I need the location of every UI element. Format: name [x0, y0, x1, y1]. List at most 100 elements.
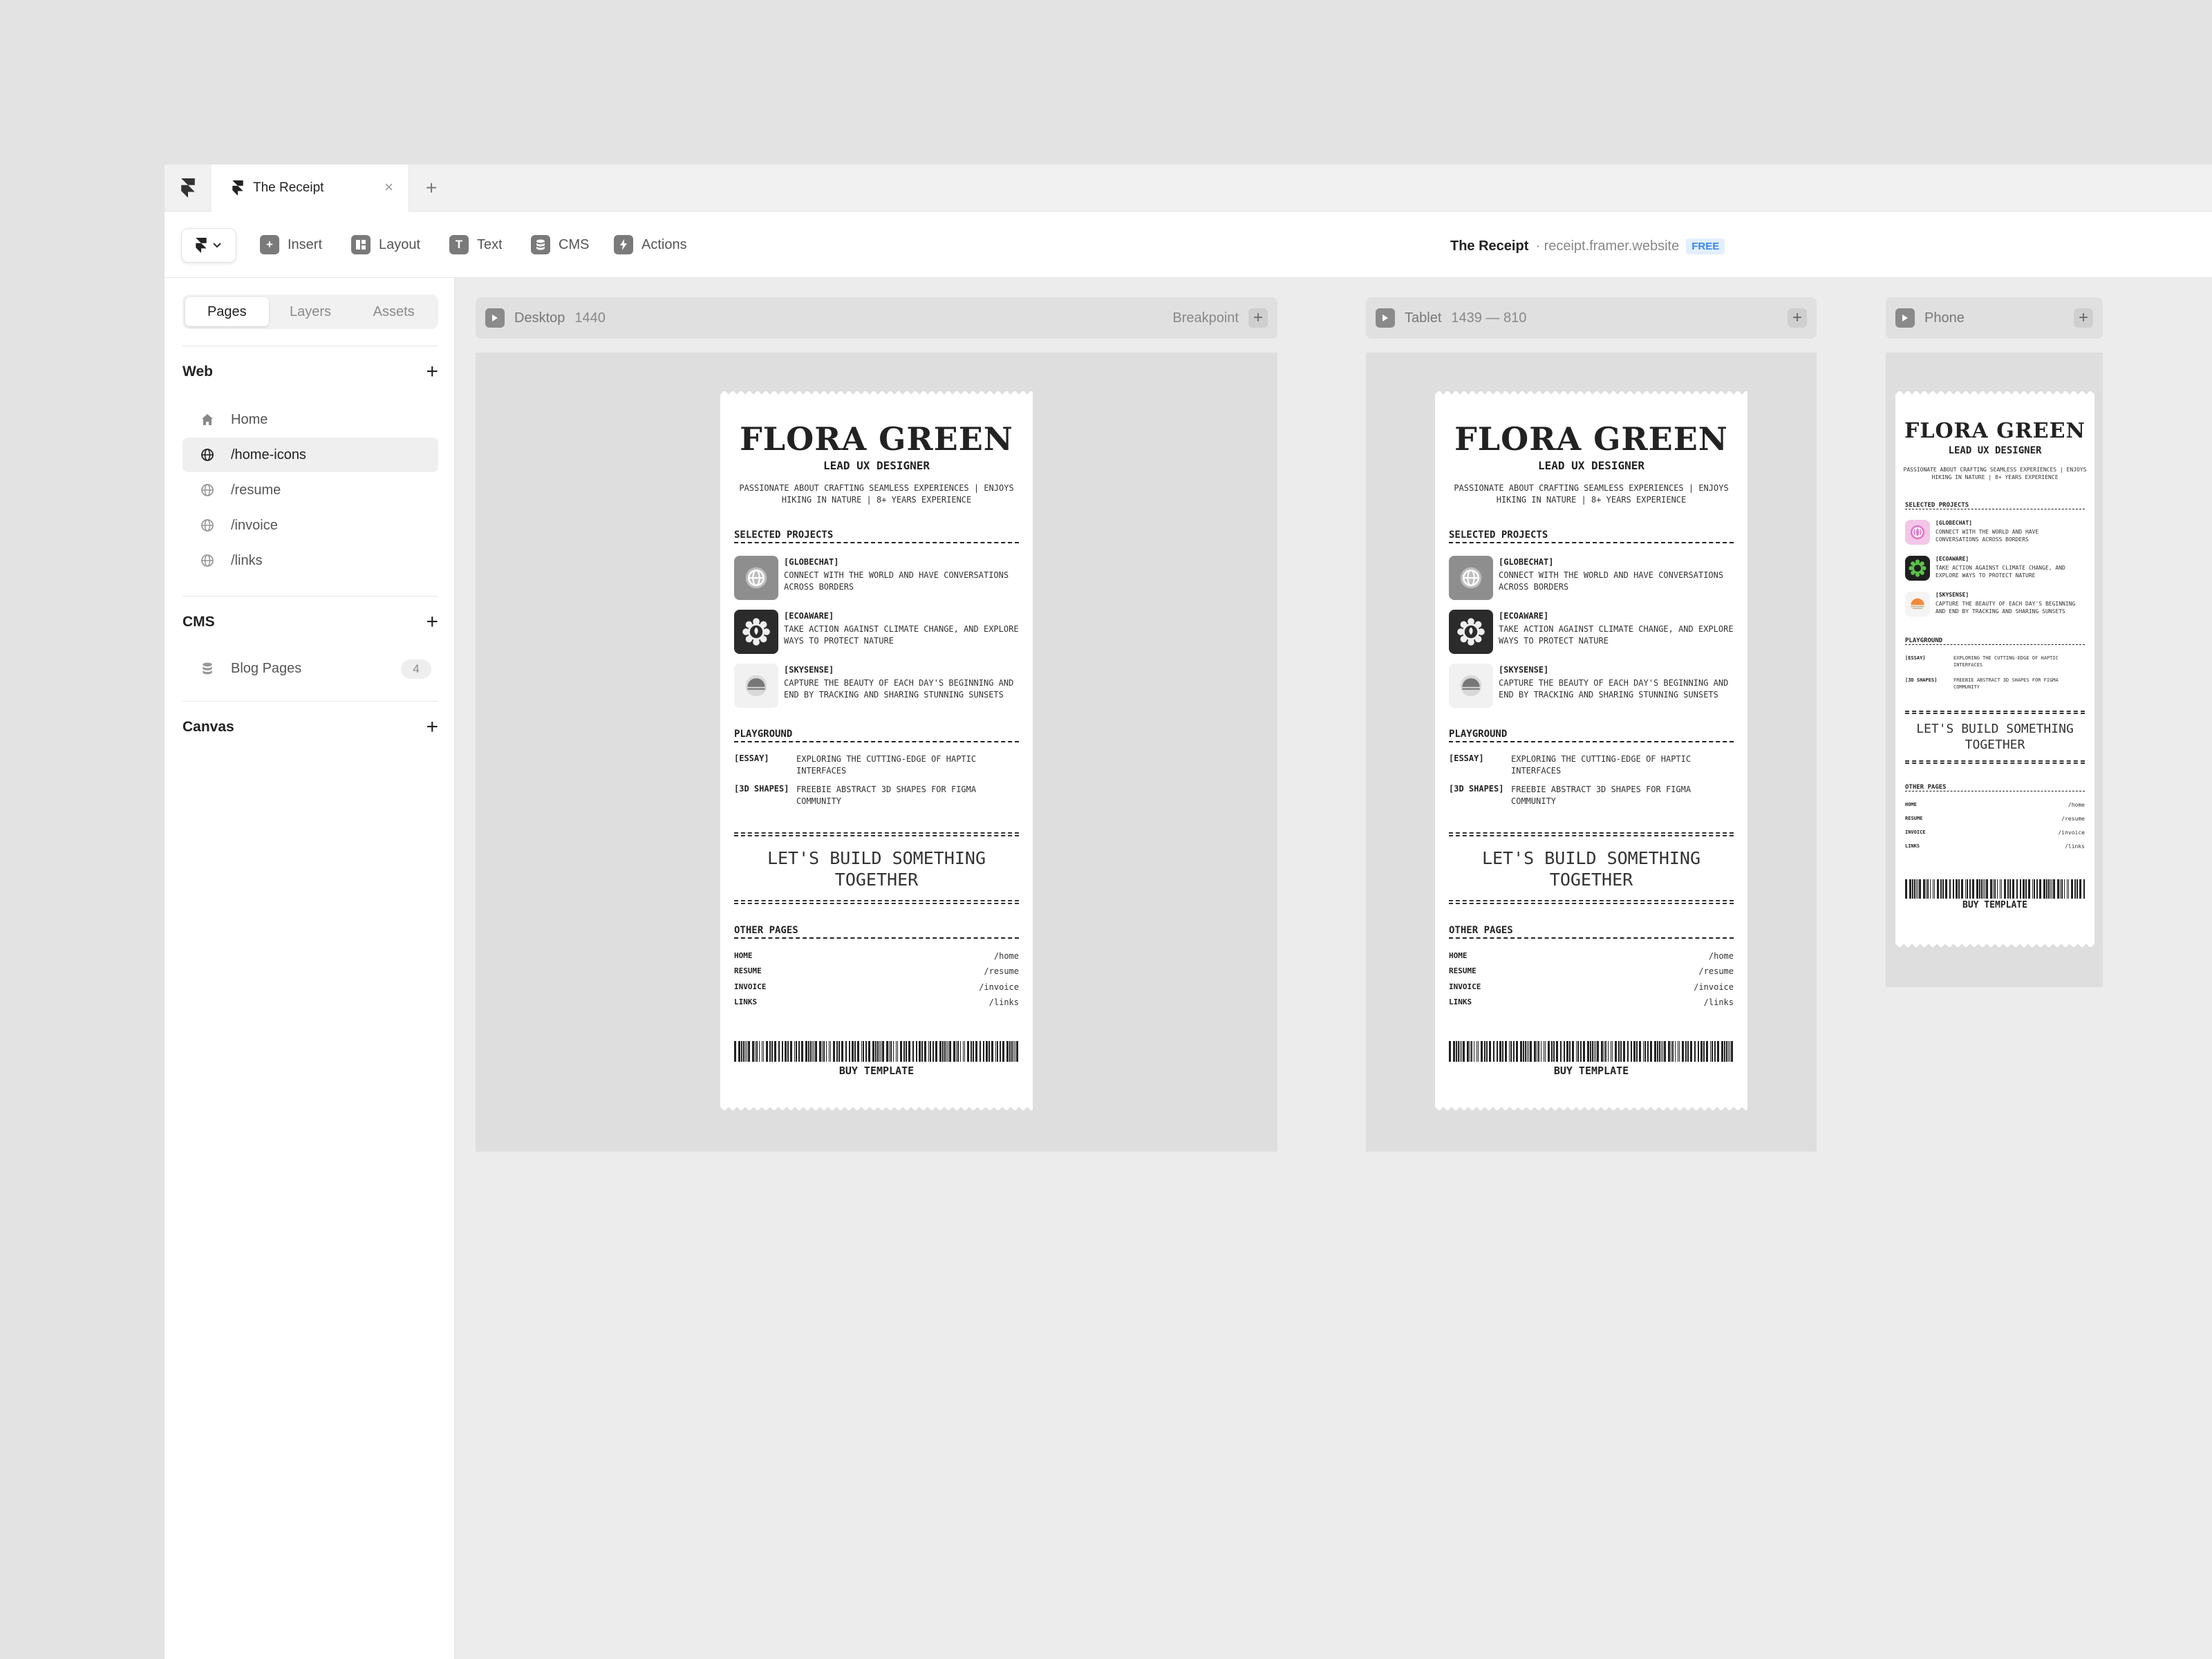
tab-layers[interactable]: Layers — [269, 297, 353, 326]
project-title[interactable]: [SKYSENSE] — [784, 665, 834, 675]
web-section-header: Web + — [182, 359, 438, 384]
buy-template-button[interactable]: BUY TEMPLATE — [1905, 900, 2085, 910]
link-label[interactable]: INVOICE — [734, 982, 766, 991]
project-title[interactable]: [ECOAWARE] — [1499, 611, 1548, 621]
left-sidebar: Pages Layers Assets Web + Home /home-ico… — [165, 278, 455, 1659]
skysense-icon[interactable] — [1905, 592, 1930, 617]
link-path[interactable]: /invoice — [1595, 982, 1734, 992]
project-title[interactable]: [SKYSENSE] — [1499, 665, 1548, 675]
cta-text[interactable]: LET'S BUILD SOMETHING TOGETHER — [1449, 847, 1734, 891]
link-label[interactable]: RESUME — [1449, 966, 1477, 975]
preview-play-icon[interactable] — [1376, 308, 1395, 328]
cta-text[interactable]: LET'S BUILD SOMETHING TOGETHER — [1901, 722, 2089, 753]
barcode-bar — [1551, 1041, 1553, 1062]
barcode[interactable] — [734, 1041, 1019, 1062]
link-path[interactable]: /home — [881, 951, 1019, 961]
barcode[interactable] — [1905, 879, 2085, 899]
project-title[interactable]: [GLOBECHAT] — [784, 557, 838, 567]
add-collection-button[interactable]: + — [426, 610, 438, 634]
barcode[interactable] — [1449, 1041, 1734, 1062]
link-label[interactable]: LINKS — [1449, 997, 1472, 1006]
project-title[interactable]: [SKYSENSE] — [1936, 592, 1969, 598]
site-info[interactable]: The Receipt · receipt.framer.website FRE… — [1450, 232, 1725, 260]
link-label[interactable]: LINKS — [734, 997, 757, 1006]
cms-button[interactable]: CMS — [531, 231, 589, 259]
barcode-bar — [2020, 879, 2021, 899]
link-label[interactable]: INVOICE — [1449, 982, 1481, 991]
barcode-bar — [798, 1041, 800, 1062]
playground-item[interactable]: EXPLORING THE CUTTING-EDGE OF HAPTIC INT… — [796, 753, 976, 777]
link-label[interactable]: HOME — [1905, 802, 1917, 807]
actions-button[interactable]: Actions — [614, 231, 687, 259]
playground-item[interactable]: FREEBIE ABSTRACT 3D SHAPES FOR FIGMA COM… — [1511, 784, 1691, 807]
globechat-icon[interactable] — [1449, 556, 1493, 600]
project-title[interactable]: [GLOBECHAT] — [1499, 557, 1553, 567]
framer-logo-icon[interactable] — [165, 165, 212, 212]
link-path[interactable]: /resume — [881, 966, 1019, 976]
link-label[interactable]: LINKS — [1905, 843, 1920, 849]
tab-assets[interactable]: Assets — [352, 297, 435, 326]
link-path[interactable]: /home — [1595, 951, 1734, 961]
insert-button[interactable]: + Insert — [260, 231, 322, 259]
double-divider — [1905, 711, 2085, 714]
project-desc: TAKE ACTION AGAINST CLIMATE CHANGE, AND … — [1499, 624, 1734, 647]
link-path[interactable]: /links — [1988, 843, 2085, 850]
add-breakpoint-button[interactable]: + — [2074, 308, 2093, 328]
playground-item[interactable]: EXPLORING THE CUTTING-EDGE OF HAPTIC INT… — [1511, 753, 1691, 777]
phone-frame-header[interactable]: Phone + — [1886, 297, 2103, 339]
cms-item-blog-pages[interactable]: Blog Pages 4 — [182, 651, 438, 686]
ecoaware-icon[interactable] — [1905, 556, 1930, 581]
ecoaware-icon[interactable] — [734, 610, 778, 654]
globechat-icon[interactable] — [734, 556, 778, 600]
link-label[interactable]: INVOICE — [1905, 830, 1926, 835]
playground-item[interactable]: EXPLORING THE CUTTING-EDGE OF HAPTIC INT… — [1953, 655, 2059, 669]
desktop-frame-header[interactable]: Desktop 1440 Breakpoint + — [476, 297, 1277, 339]
link-label[interactable]: HOME — [734, 951, 753, 960]
link-label[interactable]: RESUME — [734, 966, 762, 975]
project-title[interactable]: [ECOAWARE] — [784, 611, 834, 621]
playground-item[interactable]: FREEBIE ABSTRACT 3D SHAPES FOR FIGMA COM… — [1953, 677, 2059, 691]
globechat-icon[interactable] — [1905, 520, 1930, 545]
tab-the-receipt[interactable]: The Receipt × — [212, 165, 409, 212]
project-title[interactable]: [GLOBECHAT] — [1936, 520, 1972, 526]
close-tab-icon[interactable]: × — [384, 179, 393, 196]
skysense-icon[interactable] — [1449, 664, 1493, 708]
add-canvas-button[interactable]: + — [426, 715, 438, 739]
link-path[interactable]: /invoice — [1988, 830, 2085, 836]
link-path[interactable]: /invoice — [881, 982, 1019, 992]
ecoaware-icon[interactable] — [1449, 610, 1493, 654]
page-item-links[interactable]: /links — [182, 543, 438, 578]
layout-button[interactable]: Layout — [351, 231, 420, 259]
barcode-bar — [766, 1041, 768, 1062]
link-path[interactable]: /links — [1595, 997, 1734, 1007]
playground-key: [ESSAY] — [1449, 753, 1484, 763]
project-title[interactable]: [ECOAWARE] — [1936, 556, 1969, 562]
link-path[interactable]: /resume — [1595, 966, 1734, 976]
add-breakpoint-button[interactable]: + — [1788, 308, 1807, 328]
page-item-home-icons[interactable]: /home-icons — [182, 438, 438, 472]
playground-item[interactable]: FREEBIE ABSTRACT 3D SHAPES FOR FIGMA COM… — [796, 784, 976, 807]
link-path[interactable]: /home — [1988, 802, 2085, 808]
buy-template-button[interactable]: BUY TEMPLATE — [734, 1065, 1019, 1077]
buy-template-button[interactable]: BUY TEMPLATE — [1449, 1065, 1734, 1077]
link-label[interactable]: HOME — [1449, 951, 1468, 960]
page-item-invoice[interactable]: /invoice — [182, 508, 438, 543]
page-item-resume[interactable]: /resume — [182, 473, 438, 507]
page-item-home[interactable]: Home — [182, 402, 438, 437]
link-path[interactable]: /resume — [1988, 816, 2085, 822]
cta-text[interactable]: LET'S BUILD SOMETHING TOGETHER — [734, 847, 1019, 891]
new-tab-button[interactable]: + — [418, 174, 445, 202]
site-url: · receipt.framer.website — [1535, 238, 1680, 254]
barcode-bar — [1631, 1041, 1632, 1062]
preview-play-icon[interactable] — [485, 308, 505, 328]
link-label[interactable]: RESUME — [1905, 816, 1922, 821]
add-breakpoint-button[interactable]: + — [1248, 308, 1268, 328]
link-path[interactable]: /links — [881, 997, 1019, 1007]
text-button[interactable]: T Text — [449, 231, 503, 259]
add-page-button[interactable]: + — [426, 360, 438, 384]
main-menu-button[interactable] — [181, 228, 236, 263]
tab-pages[interactable]: Pages — [185, 297, 269, 326]
skysense-icon[interactable] — [734, 664, 778, 708]
tablet-frame-header[interactable]: Tablet 1439 — 810 + — [1366, 297, 1817, 339]
preview-play-icon[interactable] — [1895, 308, 1915, 328]
